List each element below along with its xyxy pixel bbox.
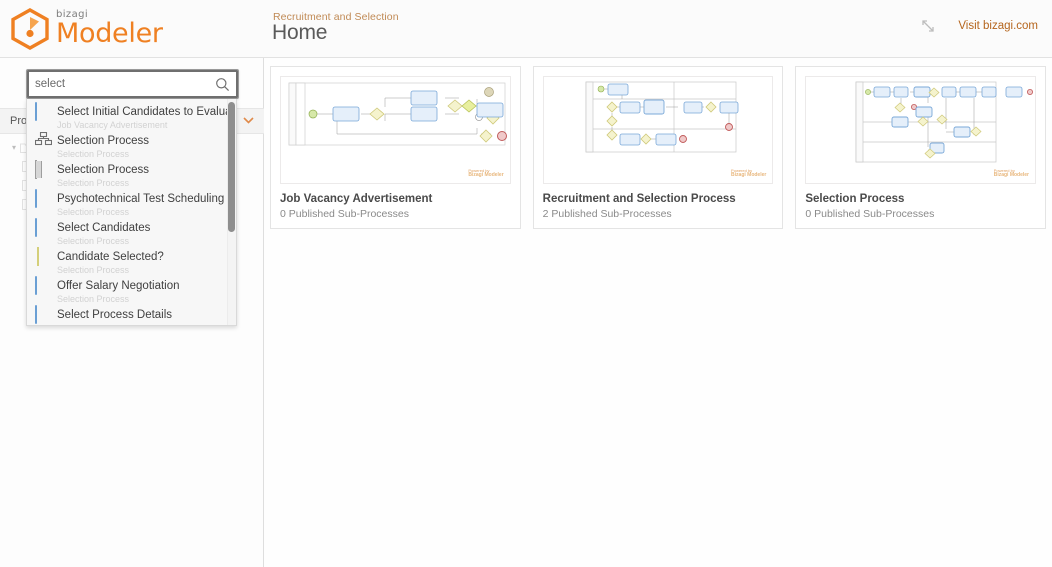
results-scrollbar-thumb[interactable] xyxy=(228,102,235,232)
twisty-icon[interactable]: ▾ xyxy=(8,143,20,152)
card-subtitle: 0 Published Sub-Processes xyxy=(805,208,935,220)
search-result-item[interactable]: Select Process Details xyxy=(27,302,227,325)
app-header: bizagi Modeler Recruitment and Selection… xyxy=(0,0,1052,58)
process-thumbnail[interactable]: Powered by Bizagi Modeler xyxy=(542,76,774,184)
search-result-title: Psychotechnical Test Scheduling xyxy=(57,193,225,205)
process-card-grid: Powered by Bizagi Modeler Job Vacancy Ad… xyxy=(270,66,1047,229)
search-result-title: Select Process Details xyxy=(57,309,173,321)
process-card[interactable]: Powered by Bizagi Modeler Selection Proc… xyxy=(795,66,1047,229)
expand-arrows-icon[interactable] xyxy=(920,18,936,34)
search-input[interactable] xyxy=(35,78,215,90)
watermark: Powered by Bizagi Modeler xyxy=(468,168,504,178)
search-result-item[interactable]: Selection Process Selection Process xyxy=(27,157,227,188)
lane-icon xyxy=(35,160,53,179)
task-icon xyxy=(35,305,53,324)
search-result-item[interactable]: Offer Salary Negotiation Selection Proces… xyxy=(27,273,227,304)
process-card[interactable]: Powered by Bizagi Modeler Recruitment an… xyxy=(532,66,784,229)
search-result-item[interactable]: Selection Process Selection Process xyxy=(27,128,227,159)
main-content: Powered by Bizagi Modeler Job Vacancy Ad… xyxy=(264,58,1052,567)
page-title: Home xyxy=(272,21,328,44)
search-result-item[interactable]: Psychotechnical Test Scheduling Selection… xyxy=(27,186,227,217)
search-result-title: Candidate Selected? xyxy=(57,251,164,263)
search-popup: Select Initial Candidates to EvaluateJob… xyxy=(26,69,239,326)
search-results-list[interactable]: Select Initial Candidates to Evaluate Job… xyxy=(26,99,237,326)
search-result-title: Select Initial Candidates to Evaluate xyxy=(57,106,227,118)
task-icon xyxy=(35,102,53,121)
bizagi-logo[interactable]: bizagi Modeler xyxy=(10,8,163,50)
task-icon xyxy=(35,189,53,208)
brand-name-text: Modeler xyxy=(56,18,163,49)
card-title: Recruitment and Selection Process xyxy=(542,193,736,205)
visit-bizagi-link[interactable]: Visit bizagi.com xyxy=(958,20,1038,32)
watermark: Powered by Bizagi Modeler xyxy=(731,168,767,178)
search-result-item[interactable]: Select Candidates Selection Process xyxy=(27,215,227,246)
process-thumbnail[interactable]: Powered by Bizagi Modeler xyxy=(280,76,511,184)
search-icon[interactable] xyxy=(215,77,230,92)
process-card[interactable]: Powered by Bizagi Modeler Job Vacancy Ad… xyxy=(270,66,521,229)
process-thumbnail[interactable]: Powered by Bizagi Modeler xyxy=(805,76,1037,184)
gateway-icon xyxy=(35,247,53,266)
search-box[interactable] xyxy=(26,69,239,99)
search-result-title: Offer Salary Negotiation xyxy=(57,280,180,292)
watermark: Powered by Bizagi Modeler xyxy=(993,168,1030,178)
card-title: Selection Process xyxy=(805,193,905,205)
card-subtitle: 0 Published Sub-Processes xyxy=(280,208,409,220)
app-root: bizagi Modeler Recruitment and Selection… xyxy=(0,0,1052,567)
search-result-item[interactable]: Candidate Selected? Selection Process xyxy=(27,244,227,275)
search-result-item[interactable]: Select Initial Candidates to Evaluate Job… xyxy=(27,99,227,130)
process-icon xyxy=(34,131,53,148)
card-title: Job Vacancy Advertisement xyxy=(280,193,433,205)
search-result-title: Selection Process xyxy=(57,135,150,147)
task-icon xyxy=(35,276,53,295)
bizagi-hexagon-logo-icon xyxy=(10,8,50,50)
task-icon xyxy=(35,218,53,237)
search-result-title: Selection Process xyxy=(57,164,150,176)
header-actions: Visit bizagi.com xyxy=(920,18,1038,34)
results-scrollbar[interactable] xyxy=(227,99,236,325)
chevron-down-icon[interactable] xyxy=(243,116,254,127)
search-result-title: Select Candidates xyxy=(57,222,151,234)
card-subtitle: 2 Published Sub-Processes xyxy=(542,208,672,220)
